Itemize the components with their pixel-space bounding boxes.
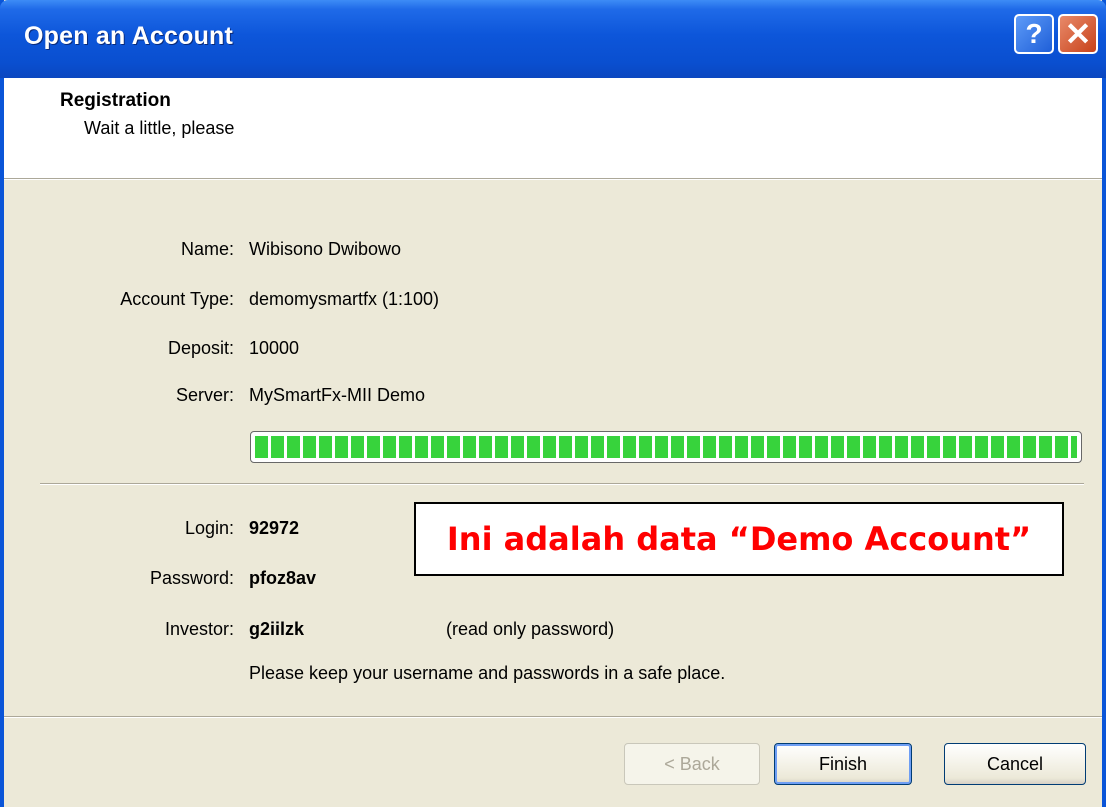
- investor-label: Investor:: [164, 619, 234, 639]
- deposit-value: 10000: [249, 338, 300, 358]
- investor-value: g2iilzk: [249, 619, 305, 639]
- page-subtitle: Wait a little, please: [84, 118, 235, 138]
- wizard-header: Registration Wait a little, please: [4, 78, 1102, 178]
- close-icon[interactable]: ✕: [1058, 14, 1098, 54]
- deposit-label: Deposit:: [167, 338, 234, 358]
- account-type-label: Account Type:: [120, 289, 234, 309]
- footer-divider: [4, 716, 1102, 718]
- cancel-button[interactable]: Cancel: [944, 743, 1086, 785]
- server-label: Server:: [175, 385, 234, 405]
- account-type-value: demomysmartfx (1:100): [249, 289, 440, 309]
- login-value: 92972: [249, 518, 300, 538]
- password-value: pfoz8av: [249, 568, 317, 588]
- title-bar[interactable]: Open an Account ? ✕: [0, 0, 1106, 78]
- header-divider: [4, 178, 1102, 180]
- registration-progress-bar: [250, 431, 1082, 463]
- open-account-dialog: Open an Account ? ✕ Registration Wait a …: [0, 0, 1106, 807]
- demo-account-annotation: Ini adalah data “Demo Account”: [414, 502, 1064, 576]
- finish-button[interactable]: Finish: [774, 743, 912, 785]
- name-label: Name:: [180, 239, 234, 259]
- page-title: Registration: [60, 90, 171, 111]
- login-label: Login:: [184, 518, 234, 538]
- safety-note: Please keep your username and passwords …: [249, 663, 726, 683]
- server-value: MySmartFx-MII Demo: [249, 385, 426, 405]
- password-label: Password:: [149, 568, 234, 588]
- investor-note: (read only password): [446, 619, 615, 639]
- help-icon[interactable]: ?: [1014, 14, 1054, 54]
- progress-fill: [255, 436, 1077, 458]
- name-value: Wibisono Dwibowo: [249, 239, 402, 259]
- window-title: Open an Account: [24, 22, 234, 50]
- back-button[interactable]: < Back: [624, 743, 760, 785]
- section-divider: [40, 483, 1084, 485]
